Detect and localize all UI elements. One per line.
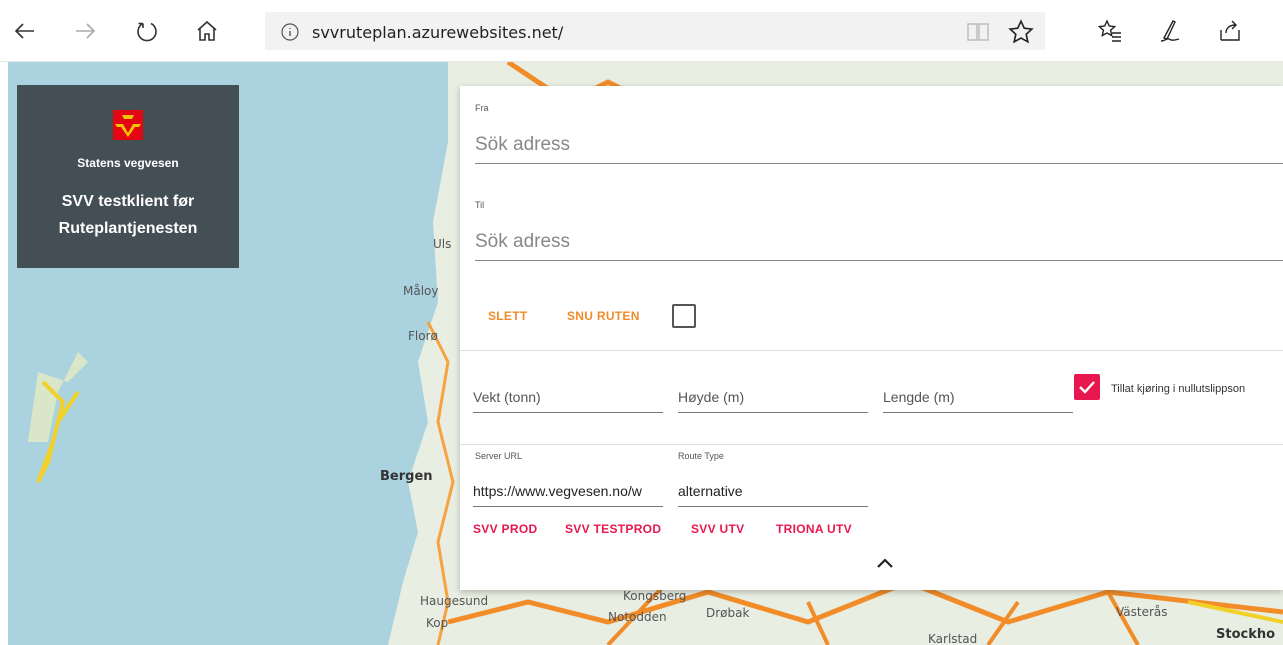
pen-notes-icon[interactable] bbox=[1153, 14, 1187, 48]
triona-utv-button[interactable]: TRIONA UTV bbox=[776, 522, 852, 536]
server-url-label: Server URL bbox=[475, 451, 523, 461]
divider bbox=[460, 444, 1283, 445]
statens-vegvesen-logo-icon bbox=[113, 110, 143, 140]
forward-arrow-icon[interactable] bbox=[68, 14, 102, 48]
favorites-list-icon[interactable] bbox=[1093, 14, 1127, 48]
back-arrow-icon[interactable] bbox=[8, 14, 42, 48]
length-placeholder: Lengde (m) bbox=[883, 389, 955, 405]
height-input[interactable]: Høyde (m) bbox=[678, 383, 868, 413]
share-icon[interactable] bbox=[1213, 14, 1247, 48]
zero-emission-checkbox[interactable] bbox=[1074, 374, 1100, 400]
app-title-line: SVV testklient før bbox=[61, 193, 195, 210]
server-url-input[interactable]: https://www.vegvesen.no/w bbox=[473, 477, 663, 507]
map-label: Florø bbox=[408, 329, 438, 343]
from-address-input[interactable]: Sök adress bbox=[475, 126, 1283, 164]
organization-name: Statens vegvesen bbox=[77, 156, 179, 170]
route-option-checkbox[interactable] bbox=[672, 304, 696, 328]
app-title-line: Ruteplantjenesten bbox=[58, 220, 198, 237]
weight-placeholder: Vekt (tonn) bbox=[473, 389, 541, 405]
zero-emission-label: Tillat kjøring i nullutslippson bbox=[1111, 383, 1246, 395]
map-label: Bergen bbox=[380, 469, 433, 484]
to-address-placeholder: Sök adress bbox=[475, 231, 571, 252]
weight-input[interactable]: Vekt (tonn) bbox=[473, 383, 663, 413]
map-label: Notodden bbox=[608, 610, 667, 624]
map-label: Kongsberg bbox=[623, 589, 687, 603]
map-label: Karlstad bbox=[928, 632, 978, 645]
route-type-value: alternative bbox=[678, 483, 743, 499]
reverse-route-button[interactable]: SNU RUTEN bbox=[567, 309, 640, 323]
route-type-input[interactable]: alternative bbox=[678, 477, 868, 507]
to-label: Til bbox=[475, 200, 485, 210]
checkmark-icon bbox=[1079, 381, 1095, 394]
clear-button[interactable]: SLETT bbox=[488, 309, 528, 323]
map-label: Uls bbox=[433, 237, 452, 251]
map-label: Stockho bbox=[1216, 627, 1276, 642]
height-placeholder: Høyde (m) bbox=[678, 389, 745, 405]
address-bar-url[interactable]: svvruteplan.azurewebsites.net/ bbox=[312, 23, 563, 42]
from-address-placeholder: Sök adress bbox=[475, 134, 571, 155]
map-label: Drøbak bbox=[706, 606, 750, 620]
brand-panel: Statens vegvesen SVV testklient før Rute… bbox=[17, 85, 239, 268]
browser-toolbar: svvruteplan.azurewebsites.net/ bbox=[0, 0, 1283, 62]
map-label: Västerås bbox=[1116, 605, 1168, 619]
reading-view-icon[interactable] bbox=[966, 21, 990, 43]
svv-prod-button[interactable]: SVV PROD bbox=[473, 522, 537, 536]
map-label: Måloy bbox=[403, 284, 439, 298]
info-icon[interactable] bbox=[280, 22, 300, 42]
home-icon[interactable] bbox=[190, 14, 224, 48]
route-panel: Fra Sök adress Til Sök adress SLETT SNU … bbox=[460, 86, 1283, 590]
length-input[interactable]: Lengde (m) bbox=[883, 383, 1073, 413]
to-address-input[interactable]: Sök adress bbox=[475, 223, 1283, 261]
svv-utv-button[interactable]: SVV UTV bbox=[691, 522, 744, 536]
address-bar[interactable]: svvruteplan.azurewebsites.net/ bbox=[265, 12, 1045, 50]
from-label: Fra bbox=[475, 103, 489, 113]
svv-testprod-button[interactable]: SVV TESTPROD bbox=[565, 522, 661, 536]
map-label: Kop bbox=[426, 616, 449, 630]
app-title: SVV testklient før Ruteplantjenesten bbox=[17, 188, 239, 242]
chevron-up-icon[interactable] bbox=[875, 556, 895, 570]
favorite-star-icon[interactable] bbox=[1008, 19, 1034, 45]
server-url-value: https://www.vegvesen.no/w bbox=[473, 483, 642, 499]
map-label: Haugesund bbox=[420, 594, 489, 608]
refresh-icon[interactable] bbox=[130, 14, 164, 48]
route-type-label: Route Type bbox=[678, 451, 724, 461]
divider bbox=[460, 350, 1283, 351]
